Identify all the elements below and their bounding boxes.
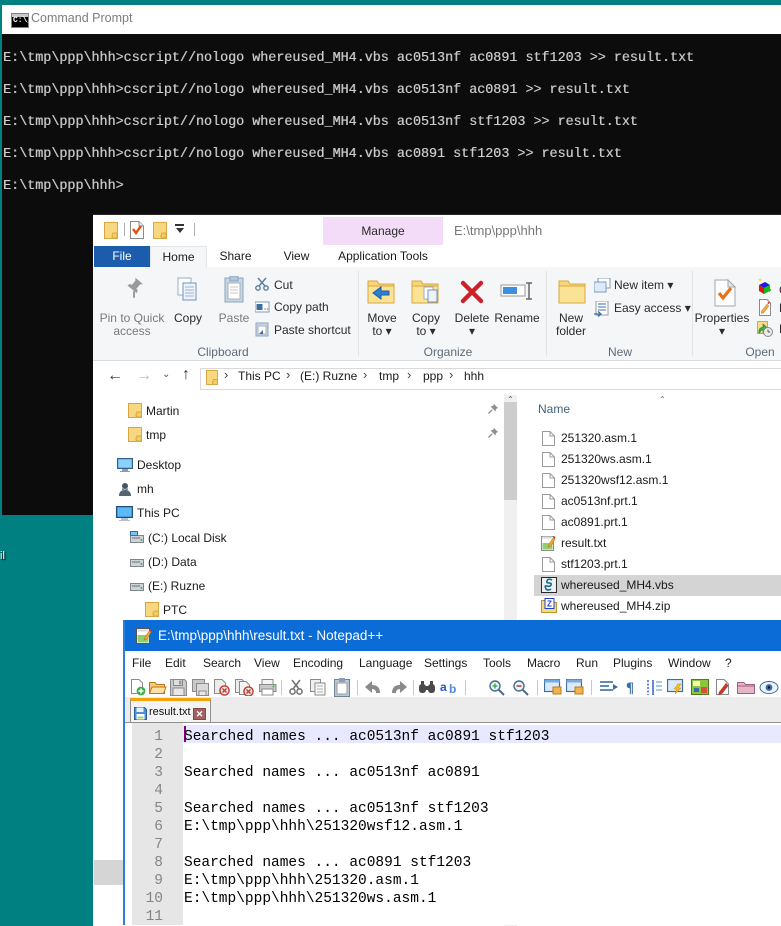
svg-text:a: a bbox=[440, 680, 447, 694]
svg-text:b: b bbox=[449, 682, 456, 696]
svg-text:Z: Z bbox=[547, 600, 552, 609]
svg-text:¶: ¶ bbox=[626, 680, 634, 696]
